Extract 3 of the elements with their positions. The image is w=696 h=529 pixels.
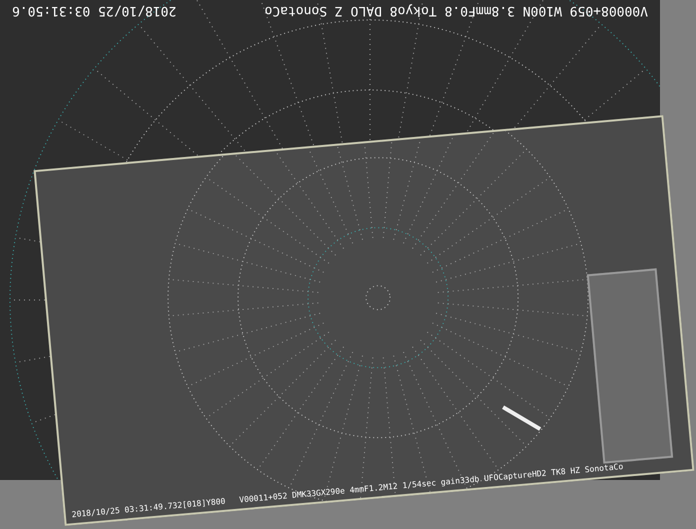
overlay-timestamp: 2018/10/25 03:31:50.6: [12, 2, 176, 18]
overlay-info: V00008+059 W100N 3.8mmF0.8 Tokyo8 DALO Z SonotaCo: [264, 2, 648, 18]
overlay-info: V00011+052 DMK33GX290e 4mmF1.2M12 1/54sec gain33db UFOCaptureHD2 TK8 HZ SonotaCo: [238, 461, 624, 507]
